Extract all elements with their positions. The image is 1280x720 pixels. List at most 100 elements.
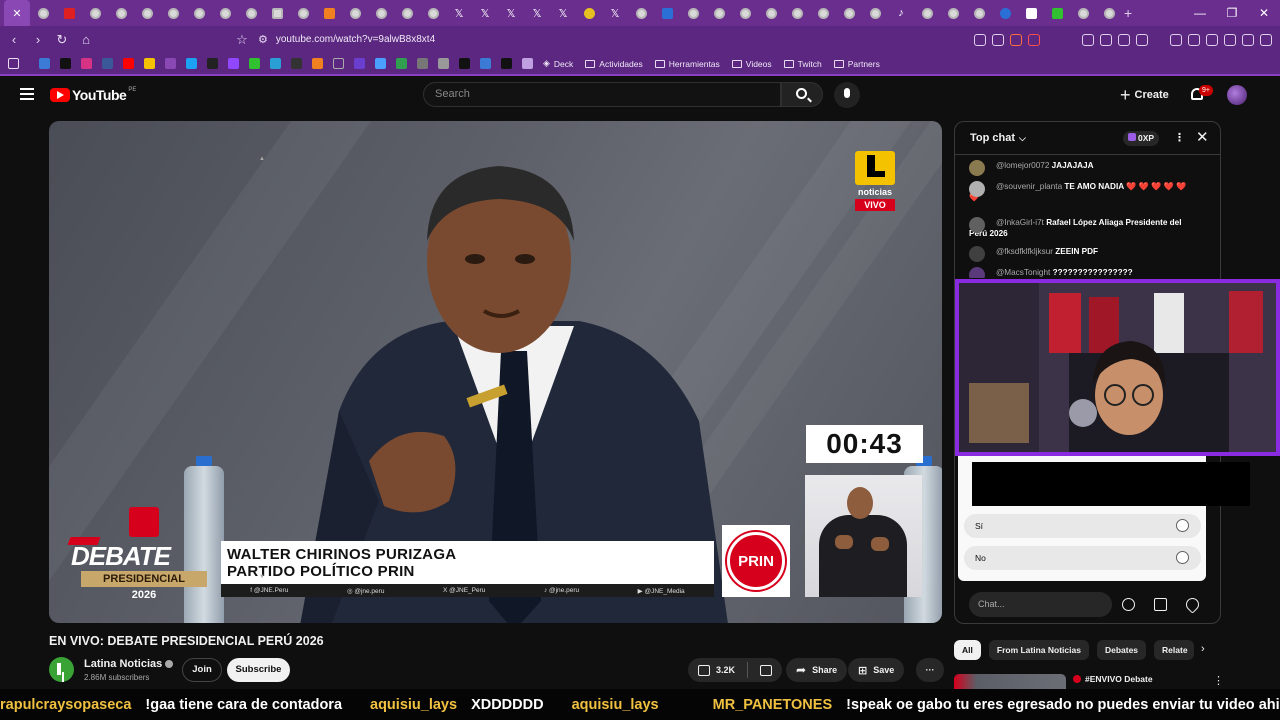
tab[interactable] <box>264 0 290 26</box>
tab[interactable] <box>758 0 784 26</box>
close-chat-icon[interactable]: ✕ <box>1196 128 1209 146</box>
close-tab-icon[interactable]: ✕ <box>12 7 21 20</box>
tab[interactable] <box>160 0 186 26</box>
tab[interactable] <box>186 0 212 26</box>
tab[interactable] <box>368 0 394 26</box>
bookmark-icon[interactable] <box>165 58 176 69</box>
tab[interactable] <box>1096 0 1122 26</box>
like-icon[interactable] <box>698 664 710 676</box>
bookmark-icon[interactable] <box>144 58 155 69</box>
tab[interactable] <box>914 0 940 26</box>
tab[interactable] <box>784 0 810 26</box>
channel-name[interactable]: Latina Noticias <box>84 658 174 670</box>
tab[interactable] <box>316 0 342 26</box>
tab[interactable] <box>108 0 134 26</box>
share-button[interactable]: ➦ Share <box>786 658 848 682</box>
extension-icon[interactable] <box>1118 33 1130 46</box>
tab[interactable] <box>576 0 602 26</box>
tab[interactable] <box>862 0 888 26</box>
xp-badge[interactable]: 0XP <box>1123 131 1160 146</box>
tab[interactable] <box>290 0 316 26</box>
bookmark-icon[interactable] <box>60 58 71 69</box>
media-icon[interactable] <box>1170 33 1182 46</box>
super-chat-icon[interactable] <box>1154 598 1167 611</box>
more-actions-button[interactable]: ··· <box>916 658 944 682</box>
tab[interactable]: 𝕏 <box>498 0 524 26</box>
bookmark-icon[interactable] <box>396 58 407 69</box>
chat-author[interactable]: @MacsTonight <box>996 268 1050 277</box>
bookmark-icon[interactable] <box>207 58 218 69</box>
radio-button[interactable] <box>1176 519 1189 532</box>
scroll-up-arrow[interactable]: ▲ <box>259 156 265 162</box>
tab[interactable] <box>82 0 108 26</box>
bookmark-icon[interactable] <box>270 58 281 69</box>
channel-avatar[interactable] <box>49 657 74 682</box>
tab[interactable] <box>680 0 706 26</box>
bookmark-icon[interactable] <box>39 58 50 69</box>
chat-author[interactable]: @souvenir_planta <box>996 182 1062 191</box>
menu-hamburger-icon[interactable] <box>20 88 34 100</box>
tab[interactable] <box>940 0 966 26</box>
tab[interactable] <box>1044 0 1070 26</box>
youtube-logo[interactable]: YouTube PE <box>50 87 136 103</box>
chevron-right-icon[interactable]: › <box>1201 643 1205 655</box>
new-tab-button[interactable]: + <box>1124 5 1132 21</box>
tab[interactable] <box>30 0 56 26</box>
bookmark-icon[interactable] <box>354 58 365 69</box>
bookmark-star-icon[interactable]: ☆ <box>232 32 252 48</box>
tab[interactable] <box>732 0 758 26</box>
search-input[interactable]: Search <box>423 82 781 107</box>
dislike-icon[interactable] <box>760 664 773 676</box>
menu-icon[interactable] <box>1260 33 1272 46</box>
forward-button[interactable]: › <box>28 32 48 47</box>
join-button[interactable]: Join <box>182 658 222 682</box>
reload-button[interactable]: ↻ <box>52 32 72 48</box>
bookmark-icon[interactable] <box>123 58 134 69</box>
related-video-thumbnail[interactable] <box>954 674 1066 690</box>
bookmark-folder-videos[interactable]: Videos <box>731 59 772 69</box>
tab[interactable] <box>1070 0 1096 26</box>
related-video-title[interactable]: #ENVIVO Debate <box>1073 674 1153 684</box>
tab[interactable] <box>394 0 420 26</box>
tab[interactable] <box>628 0 654 26</box>
tab[interactable]: 𝕏 <box>550 0 576 26</box>
tab[interactable] <box>420 0 446 26</box>
bookmark-folder-twitch[interactable]: Twitch <box>783 59 822 69</box>
tab[interactable] <box>810 0 836 26</box>
tab[interactable] <box>992 0 1018 26</box>
like-count[interactable]: 3.2K <box>716 665 735 675</box>
account-avatar[interactable] <box>1227 85 1247 105</box>
bookmark-icon[interactable] <box>228 58 239 69</box>
url-bar[interactable]: ⚙ youtube.com/watch?v=9alwB8x8xt4 <box>250 29 970 50</box>
bookmark-folder-partners[interactable]: Partners <box>833 59 880 69</box>
bookmark-icon[interactable] <box>459 58 470 69</box>
tab[interactable] <box>342 0 368 26</box>
sidebar-icon[interactable] <box>1188 33 1200 46</box>
tab[interactable] <box>238 0 264 26</box>
bookmark-icon[interactable] <box>333 58 344 69</box>
bookmark-icon[interactable] <box>522 58 533 69</box>
vpn-icon[interactable] <box>1206 33 1218 46</box>
scroll-down-arrow[interactable]: ▼ <box>259 574 265 580</box>
apps-grid-icon[interactable] <box>8 58 19 69</box>
active-tab[interactable]: ✕ <box>4 0 30 26</box>
bookmark-icon[interactable] <box>375 58 386 69</box>
chat-author[interactable]: @fksdfklfkljksur <box>996 247 1053 256</box>
tab[interactable] <box>1018 0 1044 26</box>
tab[interactable] <box>654 0 680 26</box>
tab[interactable] <box>134 0 160 26</box>
chip-debates[interactable]: Debates <box>1096 640 1147 660</box>
site-info-icon[interactable]: ⚙ <box>258 33 268 46</box>
bookmark-icon[interactable] <box>291 58 302 69</box>
chat-author[interactable]: @lomejor0072 <box>996 161 1049 170</box>
chip-related[interactable]: Relate <box>1154 640 1195 660</box>
tab[interactable]: 𝕏 <box>602 0 628 26</box>
bookmark-icon[interactable] <box>102 58 113 69</box>
create-button[interactable]: + Create <box>1120 82 1169 108</box>
close-window-button[interactable]: ✕ <box>1248 0 1280 26</box>
tab[interactable]: 𝕏 <box>446 0 472 26</box>
save-button[interactable]: ⊞ Save <box>848 658 905 682</box>
home-button[interactable]: ⌂ <box>76 32 96 47</box>
bookmark-icon[interactable] <box>501 58 512 69</box>
rewards-icon[interactable] <box>1028 33 1040 46</box>
